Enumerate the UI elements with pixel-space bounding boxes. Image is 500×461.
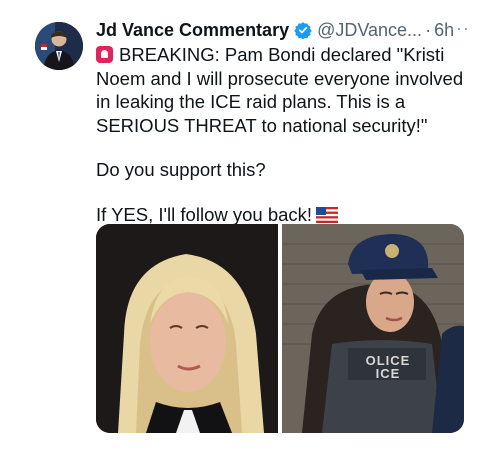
tweet-paragraph-3-text: If YES, I'll follow you back!: [96, 203, 313, 225]
tweet-paragraph-1-text: BREAKING: Pam Bondi declared "Kristi Noe…: [96, 44, 464, 136]
woman-with-blonde-hair-photo[interactable]: [96, 224, 278, 433]
profile-avatar[interactable]: [35, 22, 83, 70]
handle[interactable]: @JDVance...: [317, 20, 422, 41]
time-separator: ·: [425, 19, 432, 40]
tweet-paragraph-2: Do you support this?: [96, 159, 266, 180]
verified-badge-icon: [294, 21, 312, 40]
display-name[interactable]: Jd Vance Commentary: [96, 20, 289, 41]
woman-in-cap-photo[interactable]: OLICE ICE: [282, 224, 464, 433]
tweet-text: BREAKING: Pam Bondi declared "Kristi Noe…: [96, 43, 481, 228]
tweet-header: Jd Vance Commentary @JDVance... · 6h ···: [96, 18, 482, 42]
tweet-paragraph-1: BREAKING: Pam Bondi declared "Kristi Noe…: [96, 43, 481, 137]
siren-emoji-icon: [96, 46, 113, 63]
media-grid: OLICE ICE: [96, 224, 464, 433]
vest-label-line-2: ICE: [375, 366, 401, 381]
vest-label: OLICE ICE: [353, 354, 423, 380]
tweet[interactable]: Jd Vance Commentary @JDVance... · 6h ···…: [0, 0, 500, 461]
more-options-icon[interactable]: ···: [449, 18, 470, 39]
